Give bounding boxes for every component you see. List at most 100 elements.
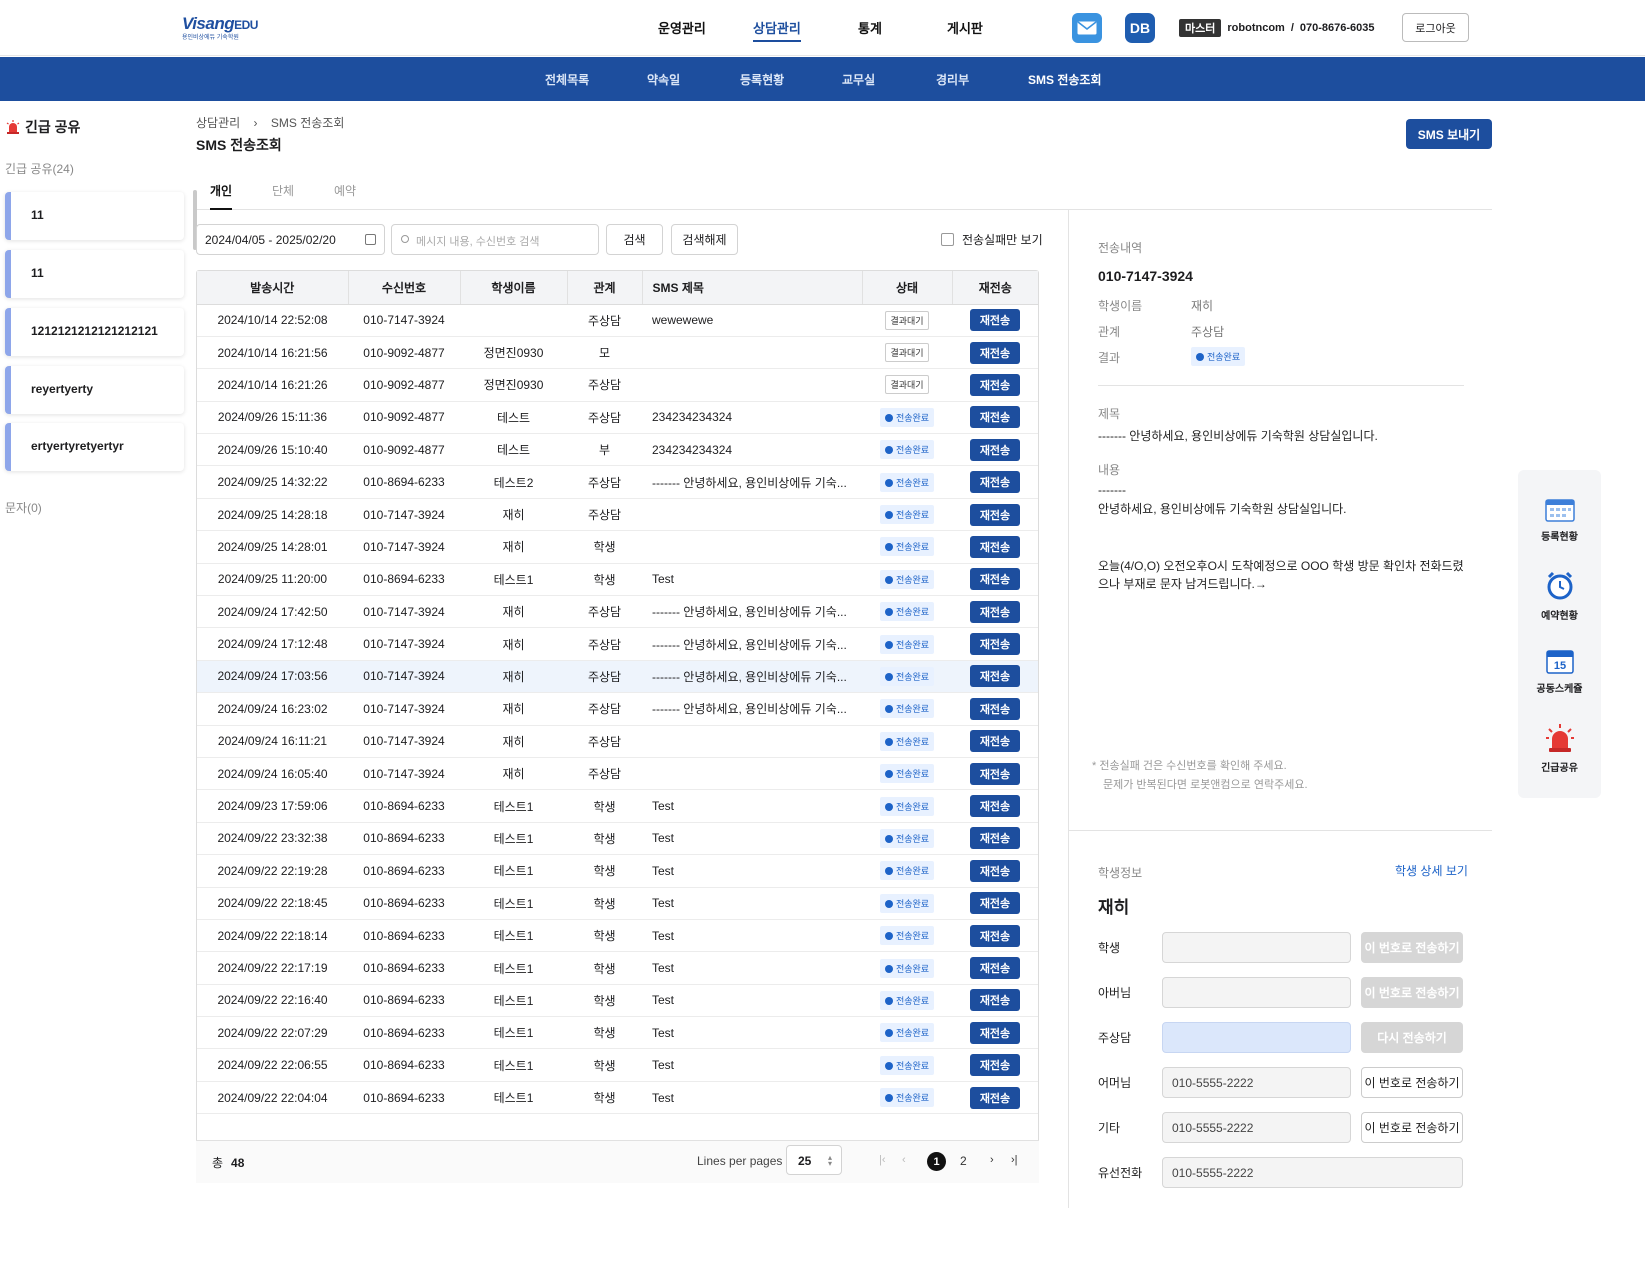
col-resend[interactable]: 재전송: [952, 271, 1038, 305]
resend-button[interactable]: 재전송: [969, 1021, 1021, 1044]
resend-button[interactable]: 재전송: [969, 568, 1021, 591]
page-1[interactable]: 1: [927, 1152, 946, 1171]
table-row[interactable]: 2024/09/25 14:28:18 010-7147-3924 재히 주상담 전송완…: [197, 498, 1038, 532]
date-range-input[interactable]: 2024/04/05 - 2025/02/20: [196, 224, 385, 255]
table-row[interactable]: 2024/09/22 23:32:38 010-8694-6233 테스트1 학생 Te…: [197, 822, 1038, 856]
student-detail-link[interactable]: 학생 상세 보기: [1395, 862, 1468, 879]
table-row[interactable]: 2024/09/25 14:32:22 010-8694-6233 테스트2 주상담 -…: [197, 465, 1038, 499]
quick-shared-schedule[interactable]: 15 공동스케쥴: [1518, 648, 1601, 695]
table-row[interactable]: 2024/09/26 15:10:40 010-9092-4877 테스트 부 2342…: [197, 433, 1038, 467]
student-phone-field[interactable]: [1162, 932, 1351, 963]
resend-button[interactable]: 재전송: [969, 892, 1021, 915]
prev-page-icon[interactable]: ‹: [902, 1154, 906, 1166]
resend-button[interactable]: 재전송: [969, 373, 1021, 396]
resend-button[interactable]: 재전송: [969, 924, 1021, 947]
checkbox-box[interactable]: [941, 233, 954, 246]
resend-button[interactable]: 재전송: [969, 341, 1021, 364]
subnav-sms-history[interactable]: SMS 전송조회: [1028, 71, 1102, 88]
tab-reserved[interactable]: 예약: [334, 182, 356, 199]
resend-button[interactable]: 재전송: [969, 795, 1021, 818]
send-to-student-button[interactable]: 이 번호로 전송하기: [1361, 932, 1463, 963]
send-to-father-button[interactable]: 이 번호로 전송하기: [1361, 977, 1463, 1008]
resend-button[interactable]: 재전송: [969, 471, 1021, 494]
last-page-icon[interactable]: ›|: [1011, 1154, 1018, 1166]
col-sms-title[interactable]: SMS 제목: [642, 271, 863, 305]
next-page-icon[interactable]: ›: [990, 1154, 994, 1166]
table-row[interactable]: 2024/09/22 22:06:55 010-8694-6233 테스트1 학생 Te…: [197, 1048, 1038, 1082]
tab-group[interactable]: 단체: [272, 182, 294, 199]
resend-button[interactable]: 재전송: [969, 989, 1021, 1012]
resend-button[interactable]: 재전송: [969, 957, 1021, 979]
table-row[interactable]: 2024/09/24 16:23:02 010-7147-3924 재히 주상담 ---…: [197, 692, 1038, 726]
quick-reservation[interactable]: 예약현황: [1518, 571, 1601, 622]
landline-phone-field[interactable]: 010-5555-2222: [1162, 1157, 1463, 1188]
resend-button[interactable]: 재전송: [969, 406, 1021, 429]
main-contact-phone-field[interactable]: [1162, 1022, 1351, 1053]
resend-button[interactable]: 재전송: [969, 309, 1021, 332]
reset-search-button[interactable]: 검색해제: [671, 224, 738, 255]
tab-personal[interactable]: 개인: [210, 182, 233, 210]
breadcrumb-parent[interactable]: 상담관리: [196, 116, 240, 130]
resend-button[interactable]: 재전송: [969, 762, 1021, 785]
table-row[interactable]: 2024/09/22 22:17:19 010-8694-6233 테스트1 학생 Te…: [197, 951, 1038, 985]
col-phone[interactable]: 수신번호: [348, 271, 461, 305]
table-row[interactable]: 2024/09/22 22:16:40 010-8694-6233 테스트1 학생 Te…: [197, 984, 1038, 1018]
quick-registration[interactable]: 등록현황: [1518, 498, 1601, 543]
page-2[interactable]: 2: [960, 1154, 967, 1168]
table-row[interactable]: 2024/10/14 22:52:08 010-7147-3924 주상담 wewew…: [197, 304, 1038, 337]
mother-phone-field[interactable]: 010-5555-2222: [1162, 1067, 1351, 1098]
table-row[interactable]: 2024/09/22 22:18:45 010-8694-6233 테스트1 학생 Te…: [197, 887, 1038, 920]
nav-consulting[interactable]: 상담관리: [753, 18, 801, 42]
resend-button[interactable]: 재전송: [969, 438, 1021, 461]
resend-button[interactable]: 재전송: [969, 827, 1021, 850]
col-status[interactable]: 상태: [862, 271, 953, 305]
col-send-time[interactable]: 발송시간: [197, 271, 349, 305]
table-row[interactable]: 2024/10/14 16:21:26 010-9092-4877 정면진0930 주…: [197, 368, 1038, 402]
table-row[interactable]: 2024/09/24 16:11:21 010-7147-3924 재히 주상담 전송완…: [197, 725, 1038, 758]
calendar-icon[interactable]: [365, 234, 376, 245]
table-row[interactable]: 2024/09/22 22:18:14 010-8694-6233 테스트1 학생 Te…: [197, 919, 1038, 953]
nav-board[interactable]: 게시판: [947, 18, 983, 37]
visang-logo[interactable]: VisangEDU 용인비상에듀 기숙학원: [182, 14, 258, 44]
resend-button[interactable]: 재전송: [969, 1054, 1021, 1077]
resend-button[interactable]: 재전송: [969, 503, 1021, 526]
table-row[interactable]: 2024/09/22 22:07:29 010-8694-6233 테스트1 학생 Te…: [197, 1016, 1038, 1050]
resend-button[interactable]: 재전송: [969, 535, 1021, 558]
resend-button[interactable]: 재전송: [969, 697, 1021, 720]
send-to-mother-button[interactable]: 이 번호로 전송하기: [1361, 1067, 1463, 1098]
table-row[interactable]: 2024/10/14 16:21:56 010-9092-4877 정면진0930 모…: [197, 336, 1038, 370]
quick-emergency[interactable]: 긴급공유: [1518, 723, 1601, 774]
emergency-card[interactable]: 11: [5, 192, 184, 240]
mail-icon[interactable]: [1072, 13, 1102, 43]
subnav-appointments[interactable]: 약속일: [647, 71, 680, 88]
table-row[interactable]: 2024/09/24 17:42:50 010-7147-3924 재히 주상담 ---…: [197, 595, 1038, 629]
table-row[interactable]: 2024/09/22 22:04:04 010-8694-6233 테스트1 학생 Te…: [197, 1081, 1038, 1115]
nav-operation[interactable]: 운영관리: [658, 18, 706, 37]
subnav-accounting[interactable]: 경리부: [936, 71, 969, 88]
send-sms-button[interactable]: SMS 보내기: [1406, 119, 1492, 149]
emergency-card[interactable]: reyertyerty: [5, 366, 184, 414]
resend-button[interactable]: 재전송: [969, 665, 1021, 688]
subnav-all-list[interactable]: 전체목록: [545, 71, 589, 88]
emergency-card[interactable]: 11: [5, 250, 184, 298]
resend-button[interactable]: 재전송: [969, 859, 1021, 882]
search-button[interactable]: 검색: [606, 224, 663, 255]
table-row[interactable]: 2024/09/24 17:03:56 010-7147-3924 재히 주상담 ---…: [197, 660, 1038, 694]
db-button[interactable]: DB: [1125, 13, 1155, 43]
subnav-staff-room[interactable]: 교무실: [842, 71, 875, 88]
logout-button[interactable]: 로그아웃: [1402, 13, 1469, 42]
table-row[interactable]: 2024/09/24 17:12:48 010-7147-3924 재히 주상담 ---…: [197, 627, 1038, 661]
table-row[interactable]: 2024/09/23 17:59:06 010-8694-6233 테스트1 학생 Te…: [197, 789, 1038, 823]
emergency-card[interactable]: ertyertyretyertyr: [5, 423, 184, 471]
resend-button[interactable]: 재전송: [969, 600, 1021, 623]
col-relation[interactable]: 관계: [567, 271, 643, 305]
father-phone-field[interactable]: [1162, 977, 1351, 1008]
lines-per-page-select[interactable]: 25 ▴ ▾: [786, 1145, 842, 1175]
table-row[interactable]: 2024/09/22 22:19:28 010-8694-6233 테스트1 학생 Te…: [197, 854, 1038, 888]
fail-only-checkbox[interactable]: 전송실패만 보기: [941, 231, 1043, 248]
table-row[interactable]: 2024/09/25 14:28:01 010-7147-3924 재히 학생 전송완료…: [197, 530, 1038, 564]
emergency-card[interactable]: 1212121212121212121: [5, 308, 184, 356]
first-page-icon[interactable]: |‹: [879, 1154, 886, 1166]
send-to-other-button[interactable]: 이 번호로 전송하기: [1361, 1112, 1463, 1143]
table-row[interactable]: 2024/09/24 16:05:40 010-7147-3924 재히 주상담 전송완…: [197, 757, 1038, 791]
